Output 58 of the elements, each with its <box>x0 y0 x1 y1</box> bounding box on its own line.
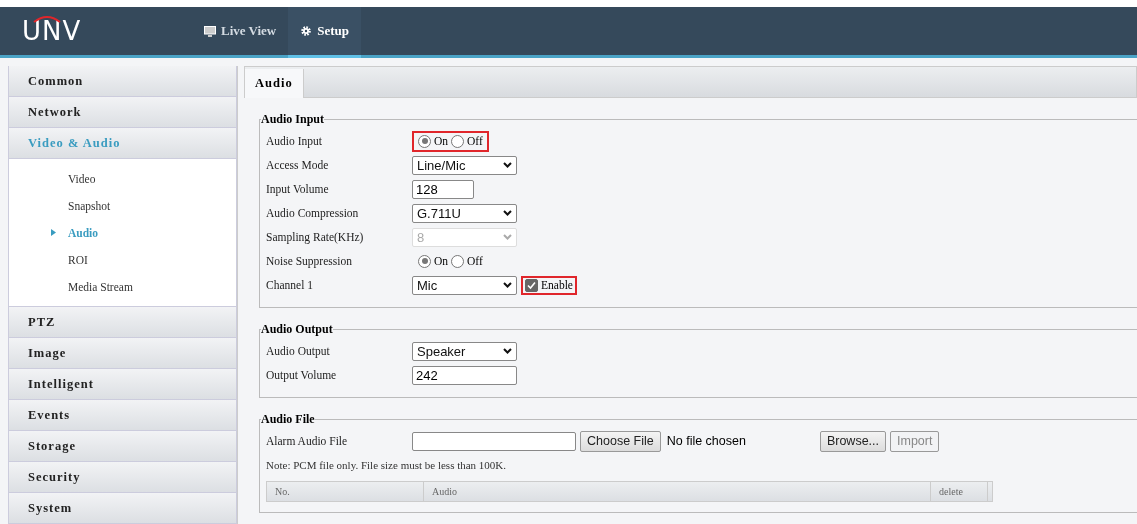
column-header: Audio <box>424 482 931 501</box>
monitor-icon <box>204 25 216 37</box>
sidebar-item[interactable]: PTZ <box>8 307 237 338</box>
checkbox[interactable] <box>525 278 538 292</box>
submenu-item[interactable]: ROI <box>9 246 236 273</box>
file-status: No file chosen <box>666 434 746 448</box>
sidebar-item[interactable]: Storage <box>8 431 237 462</box>
field-label: Output Volume <box>266 369 338 381</box>
submenu-item[interactable]: Media Stream <box>9 273 236 300</box>
radio-option[interactable]: On <box>418 134 449 148</box>
checkbox-label: Enable <box>541 279 573 291</box>
group-title: Audio File <box>261 412 315 427</box>
field-label: Sampling Rate(KHz) <box>266 231 365 243</box>
dropdown[interactable]: G.711U <box>412 203 517 223</box>
sidebar-item[interactable]: Common <box>8 66 237 97</box>
field-label: Input Volume <box>266 183 330 195</box>
field-label: Noise Suppression <box>266 255 353 267</box>
field-label: Channel 1 <box>266 279 314 291</box>
choose-file-button[interactable]: Choose File <box>580 430 661 452</box>
sidebar-item[interactable]: Events <box>8 400 237 431</box>
pointer-icon <box>51 229 56 236</box>
sidebar-item[interactable]: System <box>8 493 237 524</box>
settings-icon <box>300 25 313 37</box>
caret-icon <box>503 234 512 240</box>
submenu-item[interactable]: Video <box>9 165 236 192</box>
group-title: Audio Output <box>261 322 333 337</box>
dropdown[interactable]: Mic <box>412 275 517 295</box>
input-field[interactable] <box>412 431 576 451</box>
submenu-item[interactable]: Snapshot <box>9 192 236 219</box>
caret-icon <box>503 348 512 354</box>
field-label: Access Mode <box>266 159 330 171</box>
sidebar-item[interactable]: Intelligent <box>8 369 237 400</box>
field-label: Alarm Audio File <box>266 435 349 447</box>
dropdown[interactable]: Speaker <box>412 341 517 361</box>
sidebar-item[interactable]: Image <box>8 338 237 369</box>
field-label: Audio Input <box>266 135 323 147</box>
note-text: Note: PCM file only. File size must be less than 100K. <box>266 458 507 473</box>
radio-option[interactable]: On <box>418 254 449 268</box>
radio-option[interactable]: Off <box>451 134 483 148</box>
group-title: Audio Input <box>261 112 325 127</box>
input-field[interactable]: 242 <box>412 365 517 385</box>
file-button[interactable]: Browse... <box>819 430 887 452</box>
logo: UNV <box>22 15 83 48</box>
nav-tab[interactable]: Setup <box>288 7 362 58</box>
sidebar-item[interactable]: Security <box>8 462 237 493</box>
dropdown[interactable]: Line/Mic <box>412 155 517 175</box>
field-label: Audio Compression <box>266 207 360 219</box>
field-label: Audio Output <box>266 345 331 357</box>
tab[interactable]: Audio <box>245 69 304 98</box>
caret-icon <box>503 210 512 216</box>
caret-icon <box>503 282 512 288</box>
nav-tab[interactable]: Live View <box>192 7 289 58</box>
caret-icon <box>503 162 512 168</box>
radio-option[interactable]: Off <box>451 254 483 268</box>
input-field[interactable]: 128 <box>412 179 474 199</box>
column-header: No. <box>267 482 424 501</box>
sidebar-item[interactable]: Network <box>8 97 237 128</box>
column-header: delete <box>931 482 988 501</box>
